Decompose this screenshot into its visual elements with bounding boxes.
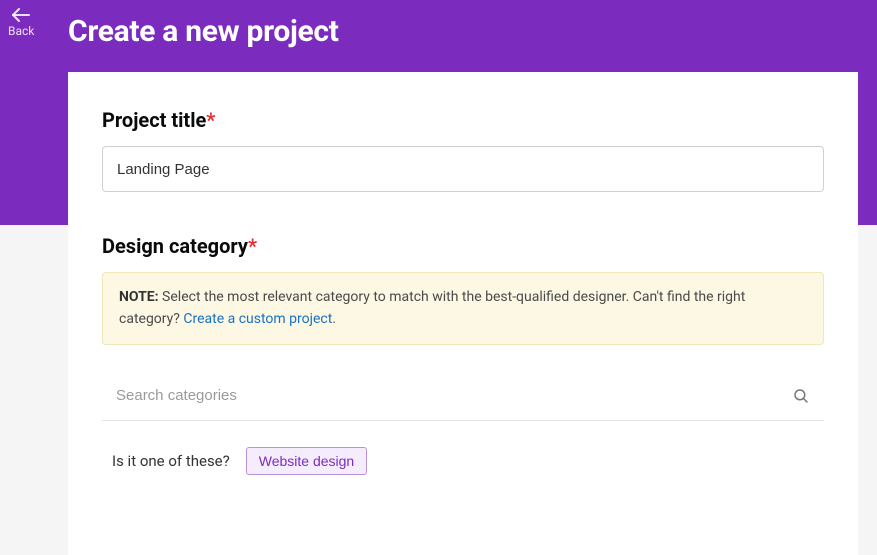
design-category-label-text: Design category	[102, 234, 248, 258]
search-categories-input[interactable]	[116, 387, 792, 404]
create-custom-project-link[interactable]: Create a custom project	[183, 311, 332, 327]
suggestion-row: Is it one of these? Website design	[102, 447, 824, 475]
page-title: Create a new project	[68, 14, 339, 49]
project-title-input[interactable]	[102, 146, 824, 192]
design-category-label: Design category*	[102, 234, 824, 258]
note-label: NOTE:	[119, 289, 159, 305]
required-star: *	[248, 234, 257, 258]
search-icon[interactable]	[792, 387, 810, 405]
search-row	[102, 371, 824, 421]
back-label: Back	[8, 24, 34, 38]
note-period: .	[332, 311, 336, 327]
suggestion-label: Is it one of these?	[112, 452, 230, 470]
note-box: NOTE: Select the most relevant category …	[102, 272, 824, 345]
back-button[interactable]: Back	[8, 8, 34, 38]
required-star: *	[206, 108, 215, 132]
suggestion-chip-website-design[interactable]: Website design	[246, 447, 367, 475]
project-title-label-text: Project title	[102, 108, 206, 132]
form-card: Project title* Design category* NOTE: Se…	[68, 72, 858, 555]
arrow-left-icon	[11, 8, 31, 22]
project-title-label: Project title*	[102, 108, 824, 132]
